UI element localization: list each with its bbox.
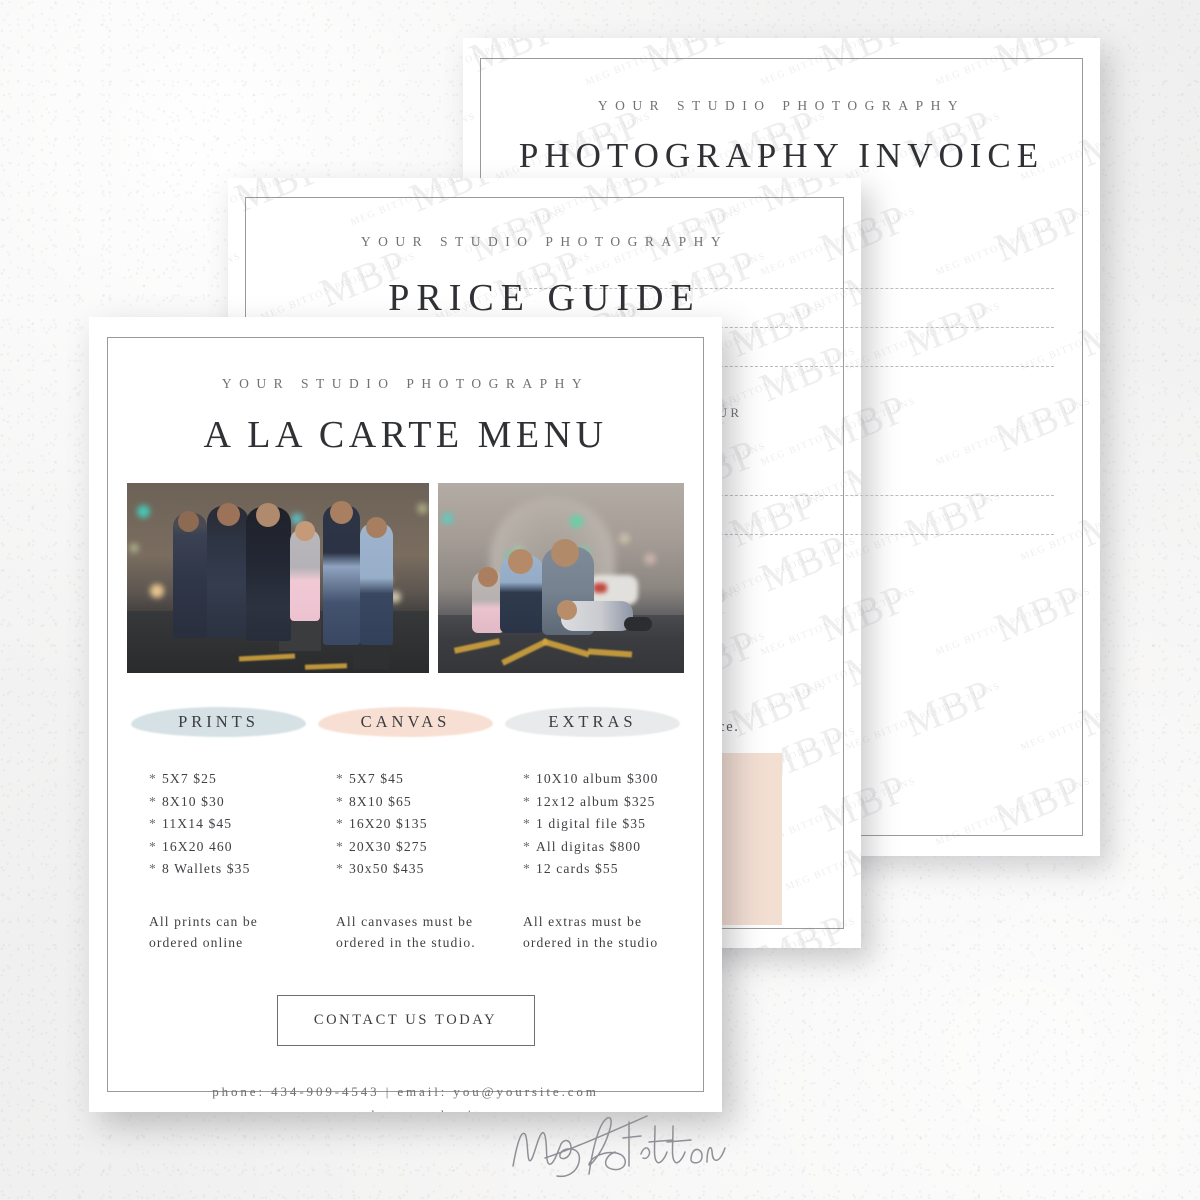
- category-note: All extras must be ordered in the studio: [523, 913, 659, 950]
- a-la-carte-menu-sheet[interactable]: YOUR STUDIO PHOTOGRAPHY A LA CARTE MENU: [89, 317, 722, 1112]
- category-item: 11X14 $45: [149, 813, 312, 836]
- category-title: CANVAS: [360, 712, 451, 731]
- category-item-list: 5X7 $458X10 $6516X20 $13520X30 $27530x50…: [312, 768, 499, 881]
- category-item: All digitas $800: [523, 836, 686, 859]
- footer-contact-line: phone: 434-909-4543 | email: you@yoursit…: [212, 1083, 599, 1099]
- category-item: 16X20 $135: [336, 813, 499, 836]
- category-item: 8X10 $30: [149, 791, 312, 814]
- menu-title: A LA CARTE MENU: [203, 414, 608, 456]
- category-header-brush: EXTRAS: [499, 705, 686, 740]
- price-category-prints: PRINTS 5X7 $258X10 $3011X14 $4516X20 4608…: [125, 705, 312, 953]
- menu-photo-row: [125, 483, 686, 673]
- children-portrait-photo: [437, 483, 684, 673]
- watermark-caption: MEG BITTON PRODUCTIONS: [228, 250, 243, 324]
- watermark-caption: MEG BITTON PRODUCTIONS: [463, 110, 478, 184]
- meg-bitton-signature: [512, 1115, 726, 1178]
- category-title: PRINTS: [178, 712, 259, 731]
- menu-eyebrow: YOUR STUDIO PHOTOGRAPHY: [221, 376, 590, 391]
- category-item: 12 cards $55: [523, 858, 686, 881]
- category-item: 1 digital file $35: [523, 813, 686, 836]
- contact-us-button[interactable]: CONTACT US TODAY: [276, 994, 535, 1046]
- category-header-brush: PRINTS: [125, 705, 312, 740]
- category-item: 30x50 $435: [336, 858, 499, 881]
- family-portrait-photo: [127, 483, 429, 673]
- price-guide-eyebrow: YOUR STUDIO PHOTOGRAPHY: [360, 234, 729, 249]
- invoice-eyebrow: YOUR STUDIO PHOTOGRAPHY: [597, 98, 966, 113]
- price-guide-title: PRICE GUIDE: [388, 277, 701, 319]
- category-item: 10X10 album $300: [523, 768, 686, 791]
- category-item: 16X20 460: [149, 836, 312, 859]
- category-item-list: 5X7 $258X10 $3011X14 $4516X20 4608 Walle…: [125, 768, 312, 881]
- category-item: 8 Wallets $35: [149, 858, 312, 881]
- category-item: 8X10 $65: [336, 791, 499, 814]
- watermark-mark: MBP: [463, 100, 475, 176]
- price-category-extras: EXTRAS 10X10 album $30012x12 album $3251 …: [499, 705, 686, 953]
- category-note: All prints can be ordered online: [149, 913, 258, 950]
- category-title: EXTRAS: [548, 712, 637, 731]
- category-item: 20X30 $275: [336, 836, 499, 859]
- watermark-mark: MBP: [228, 240, 240, 316]
- price-categories: PRINTS5X7 $258X10 $3011X14 $4516X20 4608…: [125, 705, 686, 953]
- category-note: All canvases must be ordered in the stud…: [336, 913, 476, 950]
- category-item: 5X7 $25: [149, 768, 312, 791]
- category-item: 5X7 $45: [336, 768, 499, 791]
- category-item: 12x12 album $325: [523, 791, 686, 814]
- category-item-list: 10X10 album $30012x12 album $3251 digita…: [499, 768, 686, 881]
- category-header-brush: CANVAS: [312, 705, 499, 740]
- invoice-title: PHOTOGRAPHY INVOICE: [518, 136, 1045, 175]
- price-category-canvas: CANVAS 5X7 $458X10 $6516X20 $13520X30 $27…: [312, 705, 499, 953]
